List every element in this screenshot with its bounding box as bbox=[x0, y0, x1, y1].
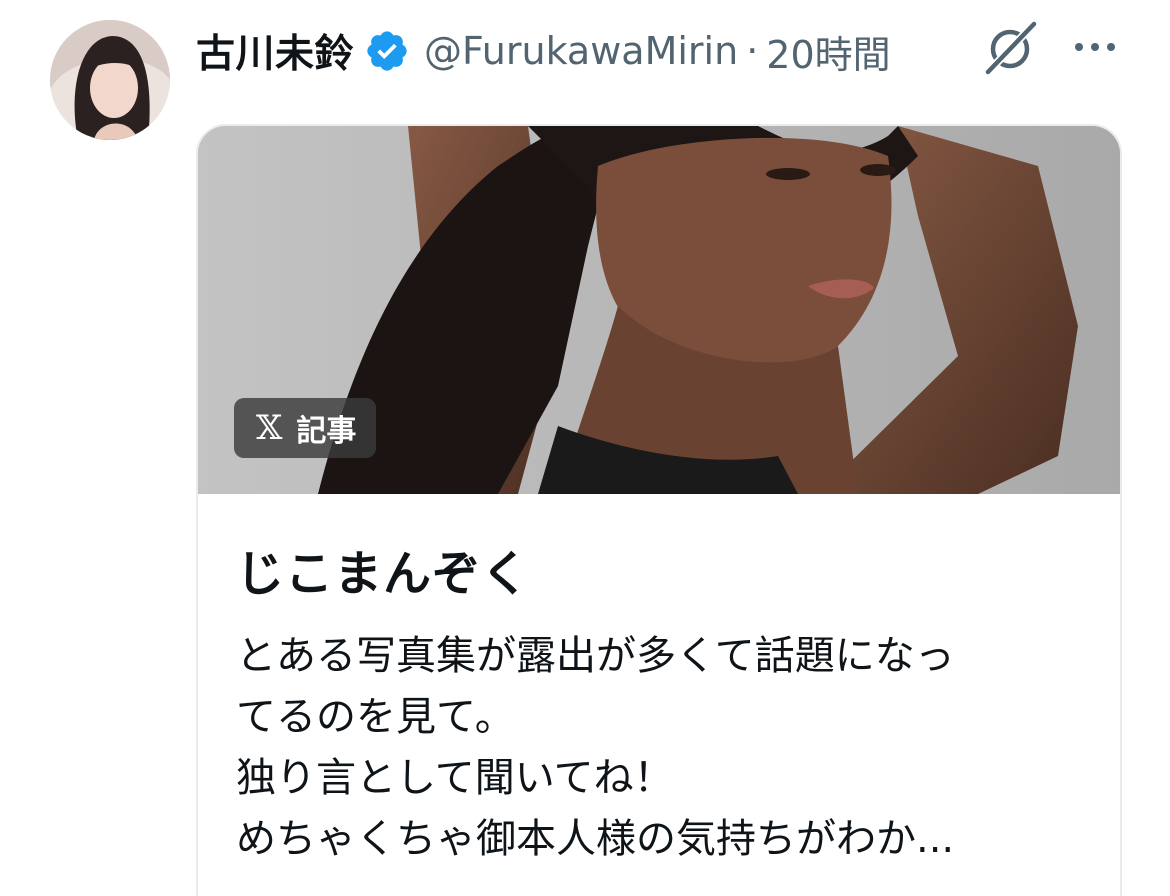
article-preview-line: めちゃくちゃ御本人様の気持ちがわか... bbox=[236, 816, 955, 862]
verified-badge-icon[interactable] bbox=[364, 28, 410, 74]
article-preview-line: とある写真集が露出が多くて話題になっ bbox=[236, 633, 955, 679]
article-card-body: じこまんぞく とある写真集が露出が多くて話題になっ てるのを見て。 独り言として… bbox=[198, 494, 1120, 870]
article-cover-image: 𝕏 記事 bbox=[198, 126, 1120, 494]
article-preview-text: とある写真集が露出が多くて話題になっ てるのを見て。 独り言として聞いてね！ め… bbox=[236, 626, 1084, 870]
more-icon[interactable] bbox=[1072, 32, 1118, 62]
x-logo-icon: 𝕏 bbox=[256, 408, 283, 448]
avatar[interactable] bbox=[50, 20, 170, 140]
author-name[interactable]: 古川未鈴 bbox=[196, 23, 354, 79]
article-card[interactable]: 𝕏 記事 じこまんぞく とある写真集が露出が多くて話題になっ てるのを見て。 独… bbox=[196, 124, 1122, 896]
article-badge-label: 記事 bbox=[296, 414, 357, 449]
article-preview-line: てるのを見て。 bbox=[236, 694, 515, 740]
separator-dot: · bbox=[746, 29, 759, 73]
post: 古川未鈴 @FurukawaMirin · 20時間 𝕏 記事 じこまんぞく と… bbox=[0, 0, 1170, 896]
author-handle[interactable]: @FurukawaMirin bbox=[424, 29, 738, 73]
post-timestamp[interactable]: 20時間 bbox=[766, 24, 890, 79]
article-title[interactable]: じこまんぞく bbox=[236, 534, 1084, 604]
article-preview-line: 独り言として聞いてね！ bbox=[236, 755, 674, 801]
grok-icon[interactable] bbox=[982, 20, 1038, 76]
article-badge: 𝕏 記事 bbox=[234, 398, 377, 458]
